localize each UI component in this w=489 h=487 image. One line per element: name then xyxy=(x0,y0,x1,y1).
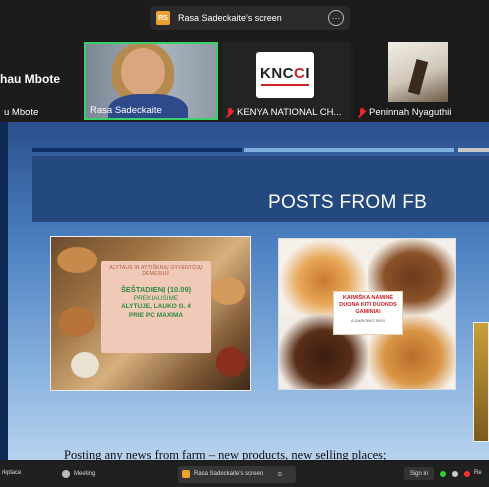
app-icon xyxy=(182,470,190,478)
sign-in-button[interactable]: Sign in xyxy=(404,467,434,480)
shared-screen: POSTS FROM FB ALYTAUS IR AYTIŠKNIŲ GYVEN… xyxy=(0,122,489,460)
participant-strip: hau Mbote u Mbote Rasa Sadeckaite KNCCI … xyxy=(0,42,489,120)
settings-icon[interactable] xyxy=(452,471,458,477)
sharer-avatar-badge: RS xyxy=(156,11,170,25)
taskbar: rkplace Meeting Rasa Sadeckaite's screen… xyxy=(0,462,489,487)
slide-title: POSTS FROM FB xyxy=(268,192,428,213)
participant-photo xyxy=(388,42,448,102)
muted-mic-icon xyxy=(226,107,234,118)
presentation-slide: POSTS FROM FB ALYTAUS IR AYTIŠKNIŲ GYVEN… xyxy=(8,122,489,460)
participant-name: u Mbote xyxy=(4,107,39,118)
fb-post-image-partial xyxy=(473,322,489,442)
fb-post-image-bread: KAIMIŠKA NAMINĖ DUONA KITI DUONOS GAMINI… xyxy=(278,238,456,390)
participant-tile-active-speaker[interactable]: Rasa Sadeckaite xyxy=(84,42,218,120)
screen-share-indicator[interactable]: RS Rasa Sadeckaite's screen ⋯ xyxy=(150,6,350,30)
taskbar-meeting[interactable]: Meeting xyxy=(62,470,95,478)
video-person-face xyxy=(121,48,165,96)
more-options-icon[interactable]: ⋯ xyxy=(328,10,344,26)
participant-tile[interactable]: Peninnah Nyaguthii xyxy=(354,42,489,120)
participant-name: KENYA NATIONAL CH... xyxy=(226,107,341,118)
taskbar-item[interactable]: rkplace xyxy=(2,470,21,476)
participant-name: Rasa Sadeckaite xyxy=(90,105,162,116)
poster-announcement: ALYTAUS IR AYTIŠKNIŲ GYVENTOJŲ DĖMESIUI!… xyxy=(101,261,211,353)
participant-tile[interactable]: hau Mbote u Mbote xyxy=(0,42,80,120)
more-icon: ⊙ xyxy=(277,471,283,478)
participant-tile[interactable]: KNCCI KENYA NATIONAL CH... xyxy=(222,42,350,120)
participant-name: Peninnah Nyaguthii xyxy=(358,107,451,118)
zoom-window: RS Rasa Sadeckaite's screen ⋯ hau Mbote … xyxy=(0,0,489,487)
participant-display-name: hau Mbote xyxy=(0,72,60,86)
taskbar-share[interactable]: Rasa Sadeckaite's screen ⊙ xyxy=(182,470,282,478)
fb-post-image-market: ALYTAUS IR AYTIŠKNIŲ GYVENTOJŲ DĖMESIUI!… xyxy=(50,236,251,391)
shield-icon[interactable] xyxy=(440,471,446,477)
slide-accent-bar xyxy=(32,148,242,152)
slide-caption: Posting any news from farm – new product… xyxy=(64,448,387,460)
share-title: Rasa Sadeckaite's screen xyxy=(178,13,282,23)
muted-mic-icon xyxy=(358,107,366,118)
slide-accent-bar xyxy=(244,148,454,152)
paw-icon xyxy=(62,470,70,478)
kncci-logo: KNCCI xyxy=(256,52,314,98)
poster-label: KAIMIŠKA NAMINĖ DUONA KITI DUONOS GAMINI… xyxy=(333,291,403,335)
slide-accent-bar xyxy=(458,148,489,152)
record-icon[interactable] xyxy=(464,471,470,477)
tray-label: Re xyxy=(474,470,482,476)
